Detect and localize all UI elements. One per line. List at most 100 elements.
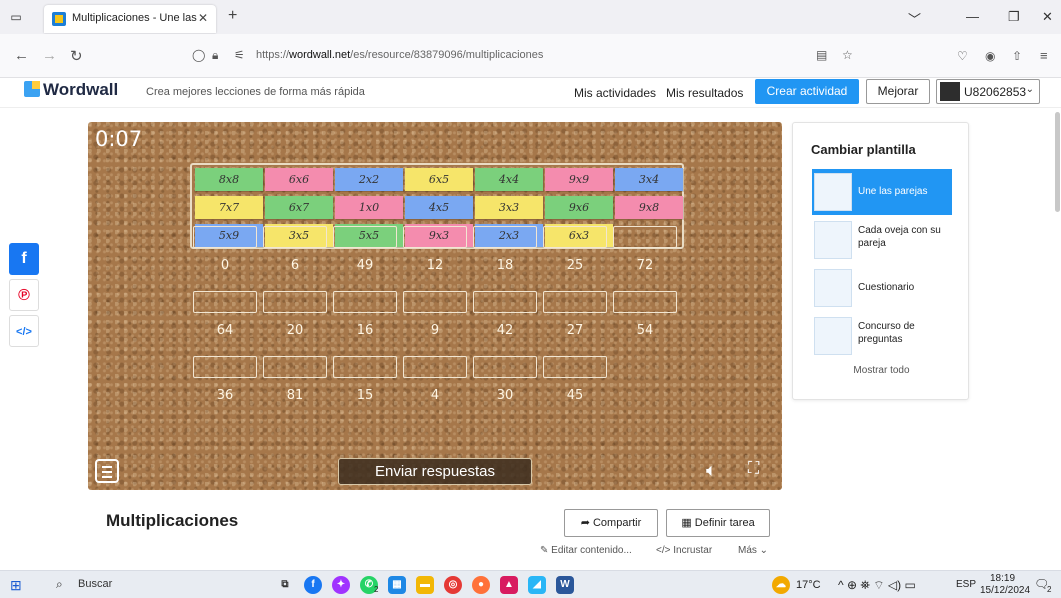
drop-slot[interactable] <box>403 356 467 378</box>
pinterest-share-icon[interactable]: ℗ <box>9 279 39 311</box>
game-menu-icon[interactable] <box>95 459 119 483</box>
pocket-icon[interactable]: ♡ <box>957 49 968 63</box>
app-red-icon[interactable]: ▲ <box>500 576 518 594</box>
answer-card[interactable]: 4x5 <box>405 196 473 219</box>
template-cuestionario[interactable]: Cuestionario <box>812 265 952 311</box>
permissions-icon[interactable]: ⚟ <box>234 48 245 62</box>
share-rail: f ℗ </> <box>9 243 39 351</box>
weather-icon[interactable]: ☁ <box>772 576 790 594</box>
answer-card[interactable]: 3x4 <box>615 168 683 191</box>
task-view-icon[interactable]: ⧉ <box>276 576 294 594</box>
new-tab-button[interactable]: + <box>228 7 237 25</box>
show-all-link[interactable]: Mostrar todo <box>793 365 970 376</box>
mas-dropdown[interactable]: Más ⌄ <box>738 545 768 556</box>
answer-card[interactable]: 6x7 <box>265 196 333 219</box>
crear-actividad-button[interactable]: Crear actividad <box>755 79 859 104</box>
drop-slot[interactable] <box>263 356 327 378</box>
reader-view-icon[interactable]: ▤ <box>816 48 827 62</box>
calendar-app-icon[interactable]: ▦ <box>388 576 406 594</box>
restore-icon[interactable]: ❐ <box>1008 9 1020 25</box>
file-explorer-icon[interactable]: ▬ <box>416 576 434 594</box>
submit-answers-button[interactable]: Enviar respuestas <box>338 458 532 485</box>
drop-slot[interactable] <box>263 291 327 313</box>
page-scrollbar[interactable] <box>1055 112 1060 212</box>
forward-icon[interactable]: → <box>42 47 57 64</box>
drop-slot[interactable] <box>473 226 537 248</box>
mis-actividades-link[interactable]: Mis actividades <box>574 86 656 100</box>
shield-icon[interactable]: ◯ <box>192 48 205 62</box>
browser-tab[interactable]: Multiplicaciones - Une las parej ✕ <box>44 5 216 33</box>
user-menu[interactable]: U82062853 ⌄ <box>936 79 1040 104</box>
answer-card[interactable]: 4x4 <box>475 168 543 191</box>
word-icon[interactable]: W <box>556 576 574 594</box>
game-board: 0:07 8x8 6x6 2x2 6x5 4x4 9x9 3x4 7x7 6x7 1x0 4x5 3x… <box>88 122 782 490</box>
messenger-icon[interactable]: ✦ <box>332 576 350 594</box>
clock-date[interactable]: 15/12/2024 <box>980 585 1030 596</box>
tab-overflow-chevron-icon[interactable]: ﹀ <box>908 9 921 28</box>
chrome-icon[interactable]: ◎ <box>444 576 462 594</box>
taskbar-search[interactable]: ⌕ Buscar <box>40 576 270 594</box>
answer-card[interactable]: 1x0 <box>335 196 403 219</box>
target-number: 27 <box>566 323 584 338</box>
facebook-share-icon[interactable]: f <box>9 243 39 275</box>
drop-slot[interactable] <box>333 356 397 378</box>
template-cada-oveja[interactable]: Cada oveja con su pareja <box>812 217 952 263</box>
answer-card[interactable]: 3x3 <box>475 196 543 219</box>
drop-slot[interactable] <box>263 226 327 248</box>
minimize-icon[interactable]: — <box>966 9 979 24</box>
app-menu-icon[interactable]: ≡ <box>1040 48 1048 63</box>
embed-code-icon[interactable]: </> <box>9 315 39 347</box>
account-icon[interactable]: ◉ <box>985 49 995 63</box>
drop-slot[interactable] <box>193 226 257 248</box>
drop-slot[interactable] <box>543 356 607 378</box>
tray-icons[interactable]: ^ ⊕ ⛯ ⌔ ◁) ▭ <box>838 578 916 593</box>
tab-list-icon[interactable]: ▭ <box>8 9 24 25</box>
extensions-icon[interactable]: ⇧ <box>1012 49 1022 63</box>
drop-slot[interactable] <box>613 291 677 313</box>
template-une-las-parejas[interactable]: Une las parejas <box>812 169 952 215</box>
firefox-icon[interactable]: ● <box>472 576 490 594</box>
drop-slot[interactable] <box>473 291 537 313</box>
drop-slot[interactable] <box>473 356 537 378</box>
answer-card[interactable]: 7x7 <box>195 196 263 219</box>
compartir-button[interactable]: ➦ Compartir <box>564 509 658 537</box>
tab-close-icon[interactable]: ✕ <box>198 11 208 25</box>
language-indicator[interactable]: ESP <box>956 579 976 590</box>
drop-slot[interactable] <box>193 291 257 313</box>
fullscreen-icon[interactable]: ⛶ <box>748 460 759 478</box>
answer-card[interactable]: 9x6 <box>545 196 613 219</box>
photos-icon[interactable]: ◢ <box>528 576 546 594</box>
answer-card[interactable]: 9x9 <box>545 168 613 191</box>
url-text: https://wordwall.net/es/resource/8387909… <box>256 49 544 61</box>
lock-icon[interactable]: 🔒︎ <box>212 48 218 63</box>
reload-icon[interactable]: ↻ <box>70 47 83 65</box>
drop-slot[interactable] <box>403 291 467 313</box>
bookmark-star-icon[interactable]: ☆ <box>842 48 853 62</box>
windows-start-icon[interactable]: ⊞ <box>10 577 22 594</box>
clock-time[interactable]: 18:19 <box>990 573 1015 584</box>
template-concurso[interactable]: Concurso de preguntas <box>812 313 952 359</box>
answer-card[interactable]: 8x8 <box>195 168 263 191</box>
mis-resultados-link[interactable]: Mis resultados <box>666 86 743 100</box>
facebook-icon[interactable]: f <box>304 576 322 594</box>
drop-slot[interactable] <box>543 226 607 248</box>
drop-slot[interactable] <box>613 226 677 248</box>
back-icon[interactable]: ← <box>14 47 29 64</box>
answer-card[interactable]: 2x2 <box>335 168 403 191</box>
drop-slot[interactable] <box>333 226 397 248</box>
mejorar-button[interactable]: Mejorar <box>866 79 930 104</box>
url-bar[interactable]: ◯ 🔒︎ ⚟ https://wordwall.net/es/resource/… <box>180 43 880 69</box>
answer-card[interactable]: 6x5 <box>405 168 473 191</box>
drop-slot[interactable] <box>403 226 467 248</box>
incrustar-link[interactable]: </> Incrustar <box>656 545 712 556</box>
drop-slot[interactable] <box>193 356 257 378</box>
editar-contenido-link[interactable]: ✎ Editar contenido... <box>540 545 632 556</box>
answer-card[interactable]: 6x6 <box>265 168 333 191</box>
drop-slot[interactable] <box>333 291 397 313</box>
answer-card[interactable]: 9x8 <box>615 196 683 219</box>
close-window-icon[interactable]: ✕ <box>1042 9 1053 25</box>
sound-icon[interactable]: 🔈︎ <box>706 460 717 481</box>
definir-tarea-button[interactable]: ▦ Definir tarea <box>666 509 770 537</box>
drop-slot[interactable] <box>543 291 607 313</box>
wordwall-logo[interactable]: Wordwall <box>24 80 118 100</box>
